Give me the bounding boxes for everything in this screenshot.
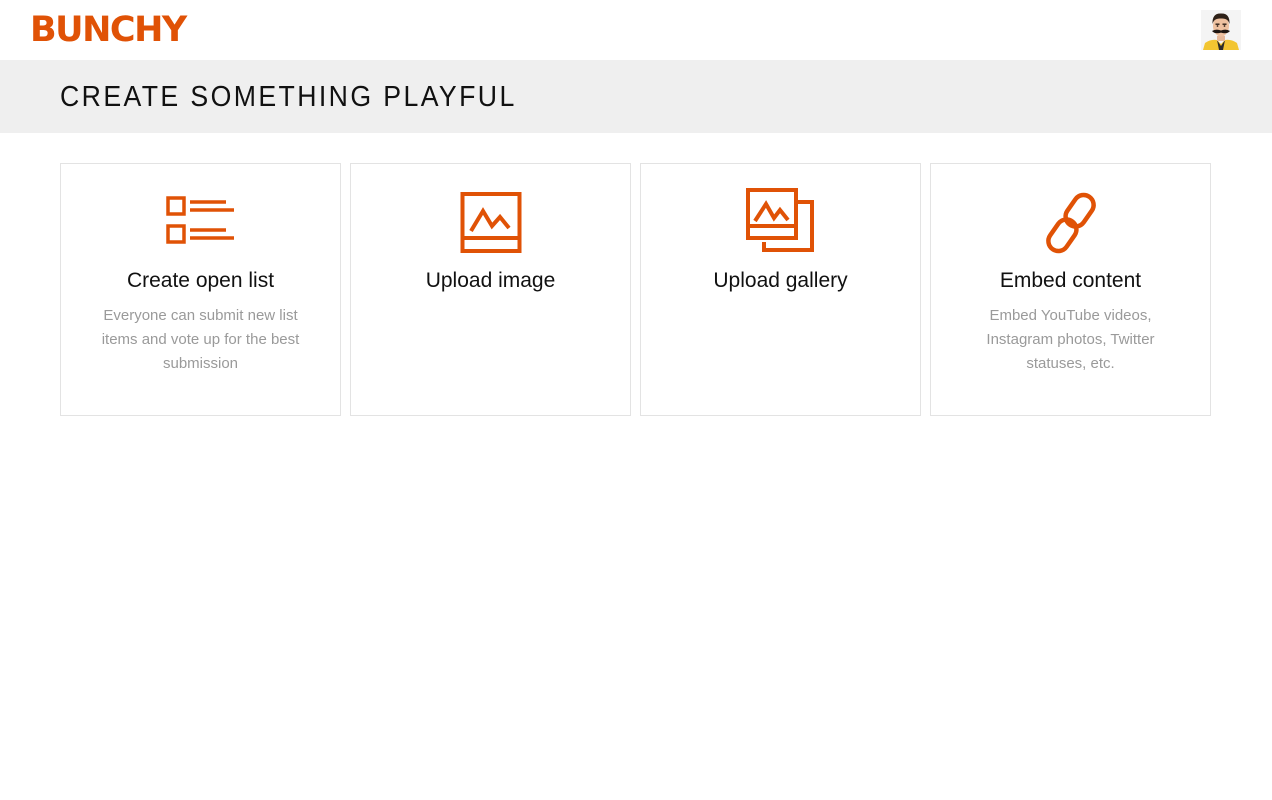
user-avatar[interactable] [1201, 10, 1241, 50]
card-title: Upload gallery [713, 269, 848, 292]
user-avatar-icon [1201, 10, 1241, 50]
image-icon [460, 192, 522, 253]
link-icon [1046, 192, 1096, 254]
upload-image-card[interactable]: Upload image [350, 163, 631, 416]
card-title: Embed content [999, 269, 1142, 292]
gallery-icon [746, 188, 814, 252]
create-options: Create open list Everyone can submit new… [60, 163, 1212, 416]
create-open-list-card[interactable]: Create open list Everyone can submit new… [60, 163, 341, 416]
list-icon [166, 196, 234, 244]
top-bar: BUNCHY [0, 0, 1272, 60]
upload-gallery-card[interactable]: Upload gallery [640, 163, 921, 416]
page-banner: CREATE SOMETHING PLAYFUL [0, 60, 1272, 133]
card-title: Upload image [425, 269, 556, 292]
card-title: Create open list [126, 269, 275, 292]
card-description: Embed YouTube videos, Instagram photos, … [986, 307, 1155, 372]
embed-content-card[interactable]: Embed content Embed YouTube videos, Inst… [930, 163, 1211, 416]
page-title: CREATE SOMETHING PLAYFUL [60, 81, 517, 113]
card-description: Everyone can submit new list items and v… [101, 307, 300, 372]
bunchy-logo[interactable]: BUNCHY [30, 12, 187, 48]
